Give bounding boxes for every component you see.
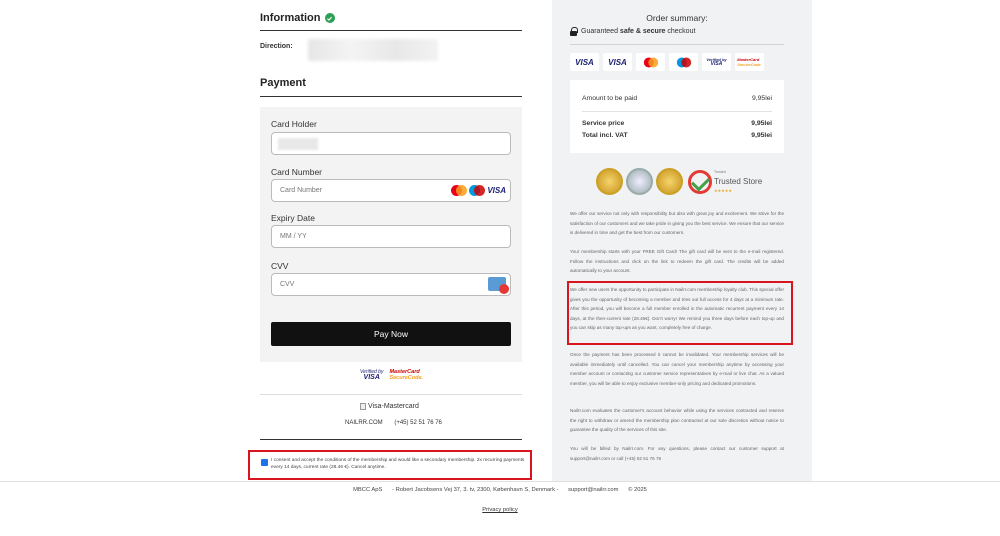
information-title: Information bbox=[260, 12, 321, 24]
footer-info: MBCC ApS - Robert Jacobsens Vej 37, 3. t… bbox=[0, 487, 1000, 493]
order-summary-title: Order summary: bbox=[646, 13, 708, 23]
visa-logo-alt: VISA bbox=[603, 53, 632, 71]
cvv-placeholder: CVV bbox=[280, 281, 295, 288]
privacy-policy-link[interactable]: Privacy policy bbox=[0, 507, 1000, 513]
company-name: MBCC ApS bbox=[353, 487, 383, 493]
mastercard-icon bbox=[451, 185, 468, 196]
quality-seal-icon bbox=[626, 168, 653, 195]
guarantee-seal-icon bbox=[596, 168, 623, 195]
security-badges: Verified by VISA MasterCard SecureCode. bbox=[360, 369, 423, 381]
payment-title: Payment bbox=[260, 77, 306, 89]
consent-checkbox[interactable] bbox=[261, 459, 268, 471]
verified-by-visa-logo: Verified by VISA bbox=[702, 53, 731, 71]
summary-divider bbox=[570, 44, 784, 45]
billing-paragraph: You will be billed by Nailrr.com. For an… bbox=[570, 446, 784, 461]
copyright: © 2025 bbox=[628, 487, 647, 493]
secure-checkout-note: Guaranteed safe & secure checkout bbox=[570, 27, 695, 36]
visa-mastercard-broken-image: Visa-Mastercard bbox=[360, 403, 419, 410]
visa-logo: VISA bbox=[570, 53, 599, 71]
trusted-check-icon bbox=[688, 169, 712, 194]
verified-check-icon bbox=[324, 13, 335, 23]
mastercard-securecode-logo: MasterCard SecureCode. bbox=[735, 53, 764, 71]
amount-row: Amount to be paid 9,95lei bbox=[582, 95, 772, 102]
accepted-cards: VISA bbox=[451, 185, 506, 196]
card-holder-value-redacted bbox=[278, 137, 318, 150]
cvv-input[interactable]: CVV bbox=[271, 273, 511, 296]
contact-line: NAILRR.COM (+45) 52 51 76 76 bbox=[345, 420, 442, 426]
logos-divider bbox=[260, 394, 522, 395]
broken-image-icon bbox=[360, 403, 366, 410]
lock-icon bbox=[570, 27, 578, 36]
visa-icon: VISA bbox=[487, 186, 506, 195]
pay-now-button[interactable]: Pay Now bbox=[271, 322, 511, 346]
verified-by-visa-logo: Verified by VISA bbox=[360, 369, 384, 381]
card-number-label: Card Number bbox=[271, 167, 323, 177]
support-email[interactable]: support@nailrr.com bbox=[568, 487, 618, 493]
trusted-store-badge: Trusted Trusted Store ★★★★★ bbox=[688, 168, 762, 195]
order-summary-panel: Order summary: Guaranteed safe & secure … bbox=[552, 0, 812, 481]
expiry-placeholder: MM / YY bbox=[280, 233, 307, 240]
award-seal-icon bbox=[656, 168, 683, 195]
cancellation-paragraph: Once the payment has been processed it c… bbox=[570, 352, 784, 386]
mastercard-securecode-logo: MasterCard SecureCode. bbox=[389, 369, 424, 381]
gift-card-paragraph: Your membership starts with your FREE Gi… bbox=[570, 249, 784, 274]
maestro-icon bbox=[469, 185, 486, 196]
mastercard-logo bbox=[636, 53, 665, 71]
cvv-label: CVV bbox=[271, 261, 289, 271]
direction-label: Direction: bbox=[260, 43, 293, 50]
trust-badges: Trusted Trusted Store ★★★★★ bbox=[596, 168, 762, 195]
price-summary-box: Amount to be paid 9,95lei Service price 9,… bbox=[570, 80, 784, 153]
expiry-date-label: Expiry Date bbox=[271, 213, 315, 223]
service-price-row: Service price 9,95lei bbox=[582, 120, 772, 127]
consent-text: I consent and accept the conditions of t… bbox=[271, 458, 525, 470]
card-holder-label: Card Holder bbox=[271, 119, 317, 129]
cvv-card-icon bbox=[488, 277, 509, 294]
expiry-date-input[interactable]: MM / YY bbox=[271, 225, 511, 248]
card-number-input[interactable]: Card Number VISA bbox=[271, 179, 511, 202]
information-divider bbox=[260, 30, 522, 31]
card-number-placeholder: Card Number bbox=[280, 187, 323, 194]
phone-number: (+45) 52 51 76 76 bbox=[394, 420, 442, 426]
card-holder-input[interactable] bbox=[271, 132, 511, 155]
evaluation-paragraph: Nailrr.com evaluates the customer's acco… bbox=[570, 408, 784, 433]
maestro-logo bbox=[669, 53, 698, 71]
card-form-panel: Card Holder Card Number Card Number VISA… bbox=[260, 107, 522, 362]
service-paragraph: We offer our service not only with respo… bbox=[570, 211, 784, 236]
information-heading: Information bbox=[260, 12, 335, 24]
company-address: - Robert Jacobsens Vej 37, 3. tv, 2300, … bbox=[392, 487, 559, 493]
consent-highlight: I consent and accept the conditions of t… bbox=[248, 450, 532, 480]
brand-name: NAILRR.COM bbox=[345, 420, 383, 426]
amount-divider bbox=[582, 111, 772, 112]
direction-value-redacted bbox=[308, 39, 438, 61]
membership-highlight-box bbox=[567, 281, 793, 345]
total-row: Total incl. VAT 9,95lei bbox=[582, 132, 772, 139]
payment-divider bbox=[260, 96, 522, 97]
contact-divider bbox=[260, 439, 522, 440]
footer-divider bbox=[0, 481, 1000, 482]
payment-method-logos: VISA VISA Verified by VISA MasterCard Secu… bbox=[570, 53, 764, 71]
